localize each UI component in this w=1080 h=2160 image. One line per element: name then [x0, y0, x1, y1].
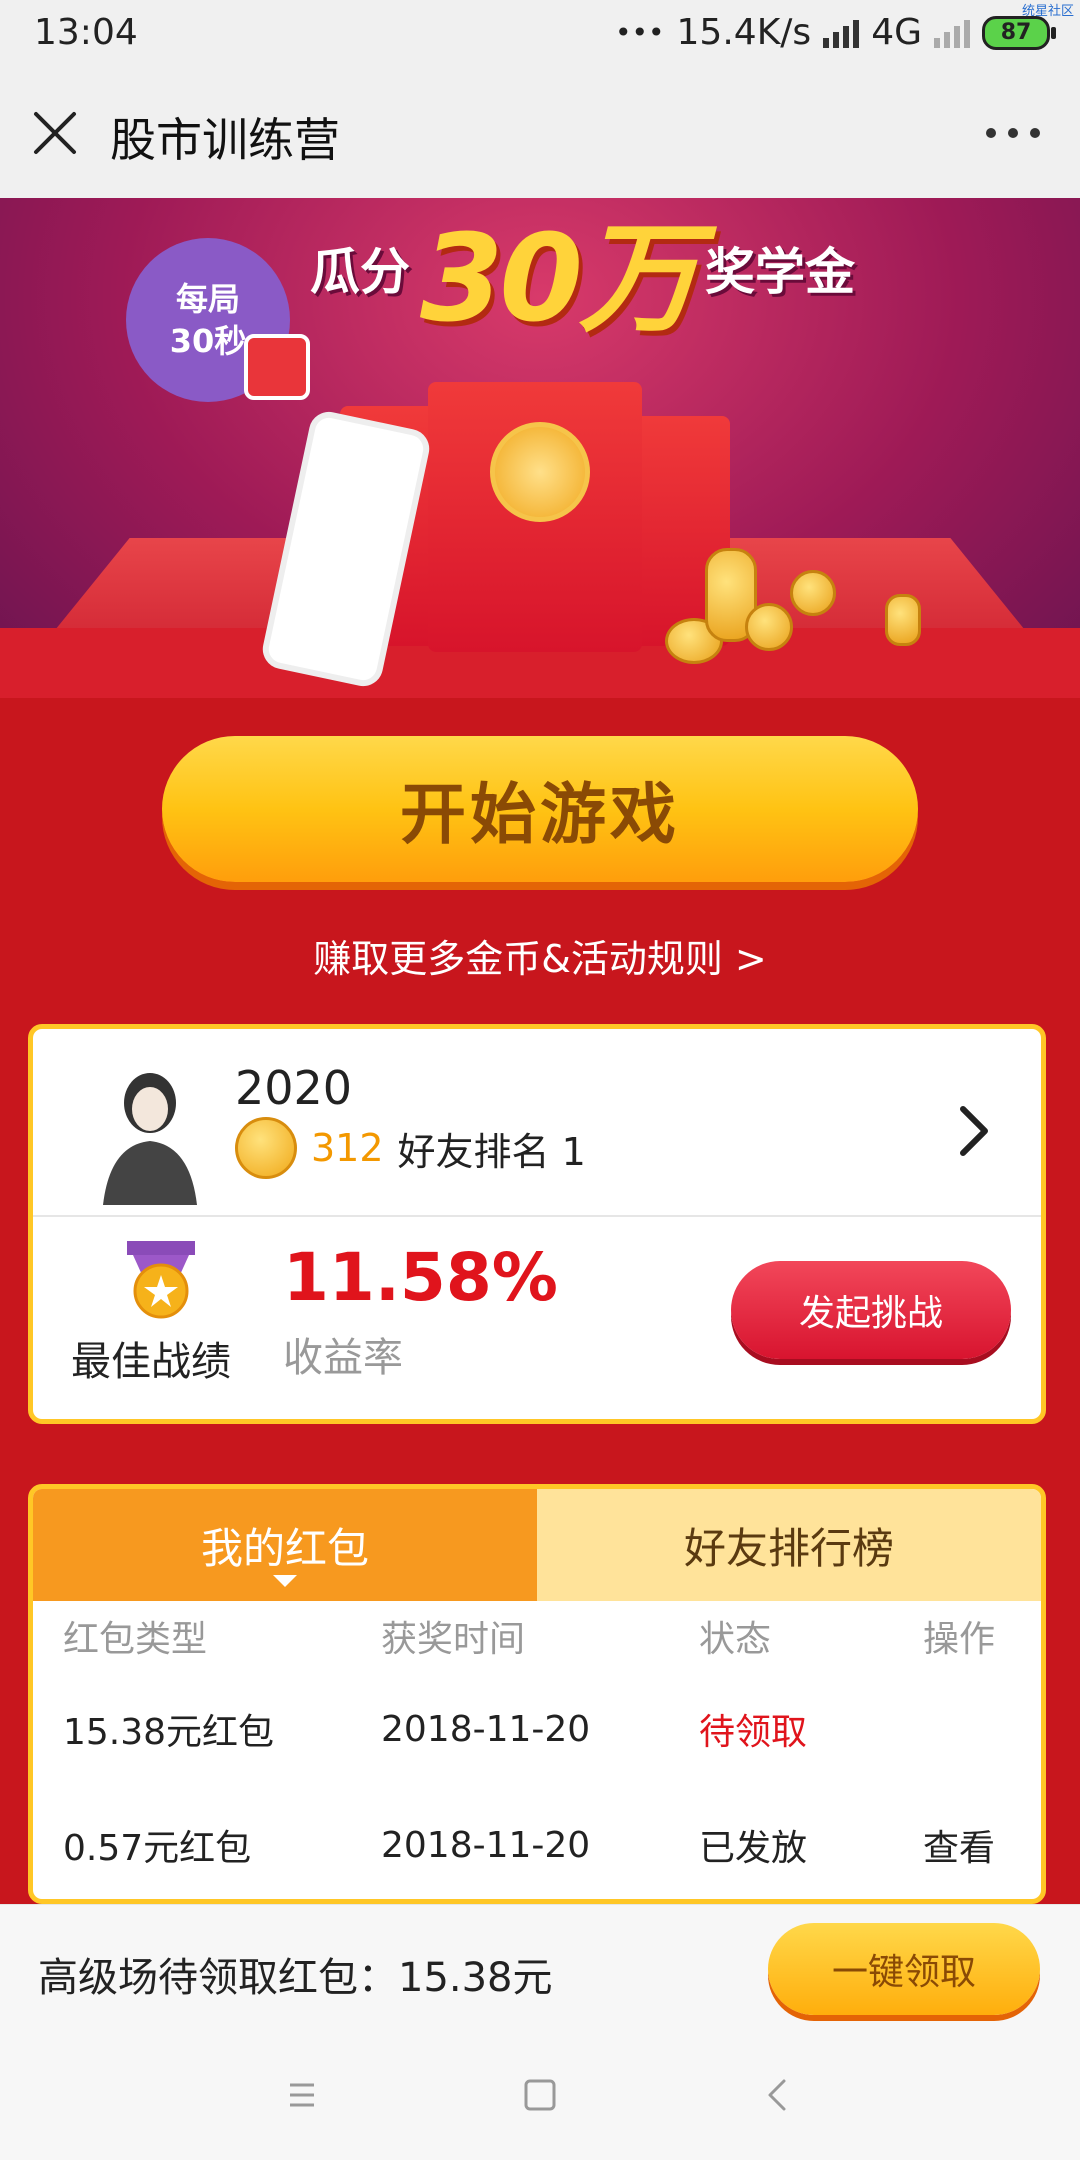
best-record-label: 最佳战绩	[71, 1339, 231, 1385]
table-row: 15.38元红包 2018-11-20 待领取	[33, 1671, 1041, 1787]
avatar[interactable]	[75, 1055, 225, 1205]
rules-link[interactable]: 赚取更多金币&活动规则 >	[0, 928, 1080, 983]
menu-icon[interactable]	[278, 2071, 326, 2119]
friend-rank: 好友排名 1	[397, 1129, 586, 1174]
title-bar: 股市训练营	[0, 66, 1080, 198]
headline-left: 瓜分	[310, 243, 410, 301]
pending-claim-bar: 高级场待领取红包：15.38元 一键领取	[0, 1904, 1080, 2031]
close-icon[interactable]	[30, 108, 80, 158]
start-game-button[interactable]: 开始游戏	[162, 736, 918, 882]
banner-headline: 瓜分 30万 奖学金	[310, 208, 910, 349]
tab-my-redpacks[interactable]: 我的红包	[33, 1489, 537, 1601]
medal-icon	[127, 1241, 195, 1319]
profile-card: 2020 312 好友排名 1 最佳战绩 11.58% 收益率 发起挑战	[28, 1024, 1046, 1424]
signal-hd-icon	[823, 18, 860, 48]
network-type: 4G	[871, 12, 922, 53]
view-link[interactable]: 查看	[923, 1819, 1023, 1871]
status-indicators: ••• 15.4K/s 4G 87	[614, 12, 1056, 53]
return-label: 收益率	[283, 1335, 403, 1381]
coin-count: 312	[311, 1126, 384, 1170]
redpack-status: 已发放	[699, 1828, 808, 1869]
redpack-date: 2018-11-20	[381, 1824, 591, 1866]
coin-icon	[790, 570, 836, 616]
redpack-date: 2018-11-20	[381, 1708, 591, 1750]
status-time: 13:04	[34, 12, 138, 53]
coin-icon	[745, 603, 793, 651]
network-speed: 15.4K/s	[676, 12, 812, 53]
signal-secondary-icon	[934, 18, 970, 48]
redpack-type: 15.38元红包	[63, 1712, 275, 1753]
badge-line1: 每局	[175, 280, 240, 318]
pending-redpack-text: 高级场待领取红包：15.38元	[38, 1955, 553, 2001]
column-header: 操作	[923, 1619, 996, 1660]
claim-all-button[interactable]: 一键领取	[768, 1923, 1040, 2015]
chevron-right-icon[interactable]	[949, 1099, 999, 1163]
redpack-type: 0.57元红包	[63, 1828, 252, 1869]
headline-right: 奖学金	[705, 243, 855, 301]
back-icon[interactable]	[754, 2071, 802, 2119]
red-envelope-center	[428, 382, 642, 652]
gold-coin-icon	[235, 1117, 297, 1179]
table-row: 0.57元红包 2018-11-20 已发放 查看	[33, 1787, 1041, 1899]
coin-icon	[885, 594, 921, 646]
more-dots-icon: •••	[614, 16, 665, 49]
column-header: 获奖时间	[381, 1619, 526, 1660]
page-title: 股市训练营	[110, 113, 340, 167]
envelope-seal-icon	[490, 422, 590, 522]
user-name: 2020	[235, 1061, 353, 1115]
headline-amount: 30万	[420, 210, 699, 349]
clock-icon	[244, 334, 310, 400]
more-icon[interactable]	[986, 128, 1040, 138]
system-navigation-bar	[0, 2030, 1080, 2160]
redpack-status[interactable]: 待领取	[699, 1703, 923, 1755]
best-return-value: 11.58%	[283, 1239, 558, 1316]
challenge-button[interactable]: 发起挑战	[731, 1261, 1011, 1359]
tab-friend-leaderboard[interactable]: 好友排行榜	[537, 1489, 1041, 1601]
table-header: 红包类型 获奖时间 状态 操作	[33, 1601, 1041, 1671]
battery-icon: 87	[982, 15, 1056, 50]
divider	[33, 1215, 1041, 1217]
column-header: 状态	[699, 1619, 772, 1660]
column-header: 红包类型	[63, 1619, 208, 1660]
redpack-table: 红包类型 获奖时间 状态 操作 15.38元红包 2018-11-20 待领取 …	[33, 1601, 1041, 1899]
status-bar: 13:04 ••• 15.4K/s 4G 87 统星社区	[0, 0, 1080, 66]
coin-rank-row: 312 好友排名 1	[235, 1117, 586, 1179]
home-icon[interactable]	[516, 2071, 564, 2119]
promo-banner: 每局 30秒 瓜分 30万 奖学金	[0, 198, 1080, 698]
redpack-card: 我的红包 好友排行榜 红包类型 获奖时间 状态 操作 15.38元红包 2018…	[28, 1484, 1046, 1904]
watermark: 统星社区	[1021, 4, 1074, 19]
redpack-tabs: 我的红包 好友排行榜	[33, 1489, 1041, 1601]
